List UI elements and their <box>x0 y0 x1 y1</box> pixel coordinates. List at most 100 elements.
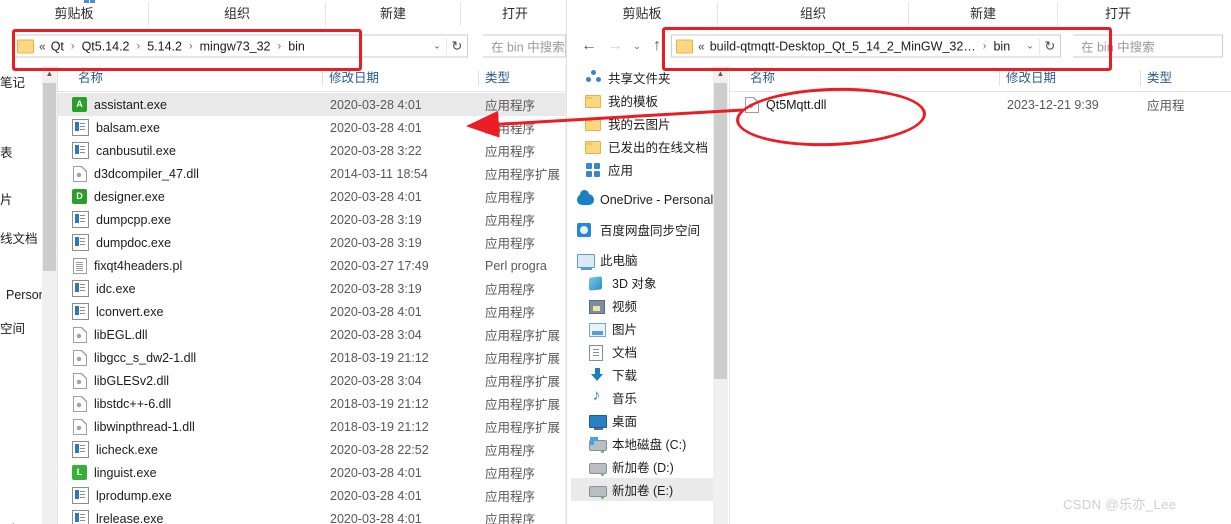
table-row[interactable]: libGLESv2.dll 2020-03-28 3:04 应用程序扩展 <box>58 369 580 392</box>
sidebar-item-notes[interactable]: 笔记 <box>0 70 42 93</box>
refresh-icon[interactable]: ↻ <box>446 38 467 54</box>
sidebar-item-1[interactable]: 我的模板 <box>571 89 713 112</box>
sidebar-item-13[interactable]: ♪ 音乐 <box>571 386 713 409</box>
forward-icon: → <box>607 37 623 54</box>
address-bar-right[interactable]: « build-qtmqtt-Desktop_Qt_5_14_2_MinGW_3… <box>671 34 1061 58</box>
breadcrumb-item[interactable]: Qt5.14.2 <box>80 39 132 53</box>
ribbon-group-organize[interactable]: 组织 <box>149 0 325 27</box>
sidebar-item-4[interactable]: 应用 <box>571 158 713 181</box>
scroll-up-arrow-icon[interactable]: ▲ <box>713 66 728 82</box>
table-row[interactable]: lconvert.exe 2020-03-28 4:01 应用程序 <box>58 300 580 323</box>
table-row[interactable]: dumpcpp.exe 2020-03-28 3:19 应用程序 <box>58 208 580 231</box>
sidebar-item-baidu[interactable]: 空间 <box>0 316 42 339</box>
file-name-cell: Llinguist.exe <box>72 465 157 480</box>
column-header-date[interactable]: 修改日期 <box>1000 66 1140 90</box>
table-row[interactable]: idc.exe 2020-03-28 3:19 应用程序 <box>58 277 580 300</box>
table-row[interactable]: Ddesigner.exe 2020-03-28 4:01 应用程序 <box>58 185 580 208</box>
table-row[interactable]: d3dcompiler_47.dll 2014-03-11 18:54 应用程序扩展 <box>58 162 580 185</box>
sidebar-item-0[interactable]: 共享文件夹 <box>571 66 713 89</box>
sidebar-item-12[interactable]: 下载 <box>571 363 713 386</box>
ribbon-group-clipboard[interactable]: 剪贴板 <box>567 0 717 27</box>
breadcrumb-item[interactable]: build-qtmqtt-Desktop_Qt_5_14_2_MinGW_32… <box>708 39 978 53</box>
breadcrumb-item[interactable]: bin <box>286 39 307 53</box>
column-header-name[interactable]: 名称 <box>744 66 999 90</box>
breadcrumb-item[interactable]: 5.14.2 <box>145 39 184 53</box>
table-row[interactable]: libEGL.dll 2020-03-28 3:04 应用程序扩展 <box>58 323 580 346</box>
table-row[interactable]: libgcc_s_dw2-1.dll 2018-03-19 21:12 应用程序扩展 <box>58 346 580 369</box>
sidebar-item-5[interactable]: OneDrive - Personal <box>571 188 713 211</box>
breadcrumb-overflow[interactable]: « <box>39 39 49 53</box>
video-icon <box>589 297 606 314</box>
nav-scrollbar-left[interactable]: ▲ <box>42 66 57 524</box>
breadcrumb-overflow[interactable]: « <box>698 39 708 53</box>
ribbon-group-open[interactable]: 打开 <box>461 0 569 27</box>
sidebar-item-partial-1[interactable]: 表 <box>0 140 42 163</box>
column-header-type[interactable]: 类型 <box>479 66 565 90</box>
file-name: dumpdoc.exe <box>96 235 172 250</box>
sidebar-item-8[interactable]: 3D 对象 <box>571 271 713 294</box>
sidebar-item-local-disk[interactable]: C:) <box>0 517 42 524</box>
sidebar-item-14[interactable]: 桌面 <box>571 409 713 432</box>
table-row[interactable]: libstdc++-6.dll 2018-03-19 21:12 应用程序扩展 <box>58 392 580 415</box>
sidebar-item-partial-3[interactable]: 线文档 <box>0 226 42 249</box>
table-row[interactable]: Qt5Mqtt.dll 2023-12-21 9:39 应用程 <box>730 93 1231 116</box>
table-row[interactable]: libwinpthread-1.dll 2018-03-19 21:12 应用程序扩… <box>58 415 580 438</box>
table-row[interactable]: lrelease.exe 2020-03-28 4:01 应用程序 <box>58 507 580 524</box>
file-type: 应用程序扩展 <box>485 398 561 412</box>
ribbon-group-new[interactable]: 新建 <box>326 0 460 27</box>
table-row[interactable]: balsam.exe 2020-03-28 4:01 应用程序 <box>58 116 580 139</box>
up-arrow-icon: ↑ <box>653 37 661 54</box>
ribbon-group-organize[interactable]: 组织 <box>718 0 908 27</box>
table-row[interactable]: Llinguist.exe 2020-03-28 4:01 应用程序 <box>58 461 580 484</box>
table-row[interactable]: fixqt4headers.pl 2020-03-27 17:49 Perl pro… <box>58 254 580 277</box>
sidebar-item-2[interactable]: 我的云图片 <box>571 112 713 135</box>
nav-scrollbar-right[interactable]: ▲ <box>713 66 728 524</box>
sidebar-item-15[interactable]: 本地磁盘 (C:) <box>571 432 713 455</box>
drive-system-icon <box>589 435 607 453</box>
column-header-name[interactable]: 名称 <box>72 66 322 90</box>
column-header-type[interactable]: 类型 <box>1141 66 1221 90</box>
up-button[interactable]: ↑ <box>647 36 667 56</box>
sidebar-item-16[interactable]: 新加卷 (D:) <box>571 455 713 478</box>
search-input-left[interactable]: 在 bin 中搜索 <box>483 34 566 58</box>
sidebar-item-11[interactable]: 文档 <box>571 340 713 363</box>
sidebar-item-10[interactable]: 图片 <box>571 317 713 340</box>
file-name-cell: balsam.exe <box>72 119 160 136</box>
forward-button[interactable]: → <box>605 36 625 56</box>
breadcrumb-item[interactable]: Qt <box>49 39 66 53</box>
ribbon-group-clipboard[interactable]: 剪贴板 <box>0 0 148 27</box>
search-input-right[interactable]: 在 bin 中搜索 <box>1073 34 1223 58</box>
table-row[interactable]: canbusutil.exe 2020-03-28 3:22 应用程序 <box>58 139 580 162</box>
table-row[interactable]: licheck.exe 2020-03-28 22:52 应用程序 <box>58 438 580 461</box>
sidebar-item-7[interactable]: 此电脑 <box>571 248 713 271</box>
scrollbar-thumb[interactable] <box>43 83 56 271</box>
scrollbar-thumb[interactable] <box>714 83 727 379</box>
table-row[interactable]: dumpdoc.exe 2020-03-28 3:19 应用程序 <box>58 231 580 254</box>
table-row[interactable]: Aassistant.exe 2020-03-28 4:01 应用程序 <box>58 93 580 116</box>
refresh-icon[interactable]: ↻ <box>1039 38 1060 54</box>
table-row[interactable]: lprodump.exe 2020-03-28 4:01 应用程序 <box>58 484 580 507</box>
dll-file-icon <box>73 165 87 182</box>
breadcrumb-item[interactable]: bin <box>991 39 1012 53</box>
ribbon-left: 剪贴板 组织 新建 打开 <box>0 0 580 29</box>
column-header-date[interactable]: 修改日期 <box>323 66 478 90</box>
file-name-cell: lconvert.exe <box>72 303 163 320</box>
file-type: 应用程序 <box>485 283 536 297</box>
address-bar-left[interactable]: « Qt › Qt5.14.2 › 5.14.2 › mingw73_32 › … <box>12 34 468 58</box>
chevron-down-icon[interactable]: ⌄ <box>1021 41 1039 52</box>
ribbon-group-open[interactable]: 打开 <box>1058 0 1178 27</box>
ribbon-group-new[interactable]: 新建 <box>909 0 1057 27</box>
scroll-up-arrow-icon[interactable]: ▲ <box>42 66 57 82</box>
sidebar-item-6[interactable]: 百度网盘同步空间 <box>571 218 713 241</box>
recent-locations-button[interactable]: ⌄ <box>627 36 647 56</box>
sidebar-item-9[interactable]: 视频 <box>571 294 713 317</box>
chevron-down-icon[interactable]: ⌄ <box>428 41 446 52</box>
back-button[interactable]: ← <box>579 36 599 56</box>
file-type: 应用程序扩展 <box>485 329 561 343</box>
sidebar-item-3[interactable]: 已发出的在线文档 <box>571 135 713 158</box>
file-name-cell: d3dcompiler_47.dll <box>72 165 199 182</box>
sidebar-item-partial-2[interactable]: 片 <box>0 187 42 210</box>
sidebar-item-17[interactable]: 新加卷 (E:) <box>571 478 713 501</box>
sidebar-item-onedrive[interactable]: Person <box>0 283 42 306</box>
breadcrumb-item[interactable]: mingw73_32 <box>198 39 273 53</box>
